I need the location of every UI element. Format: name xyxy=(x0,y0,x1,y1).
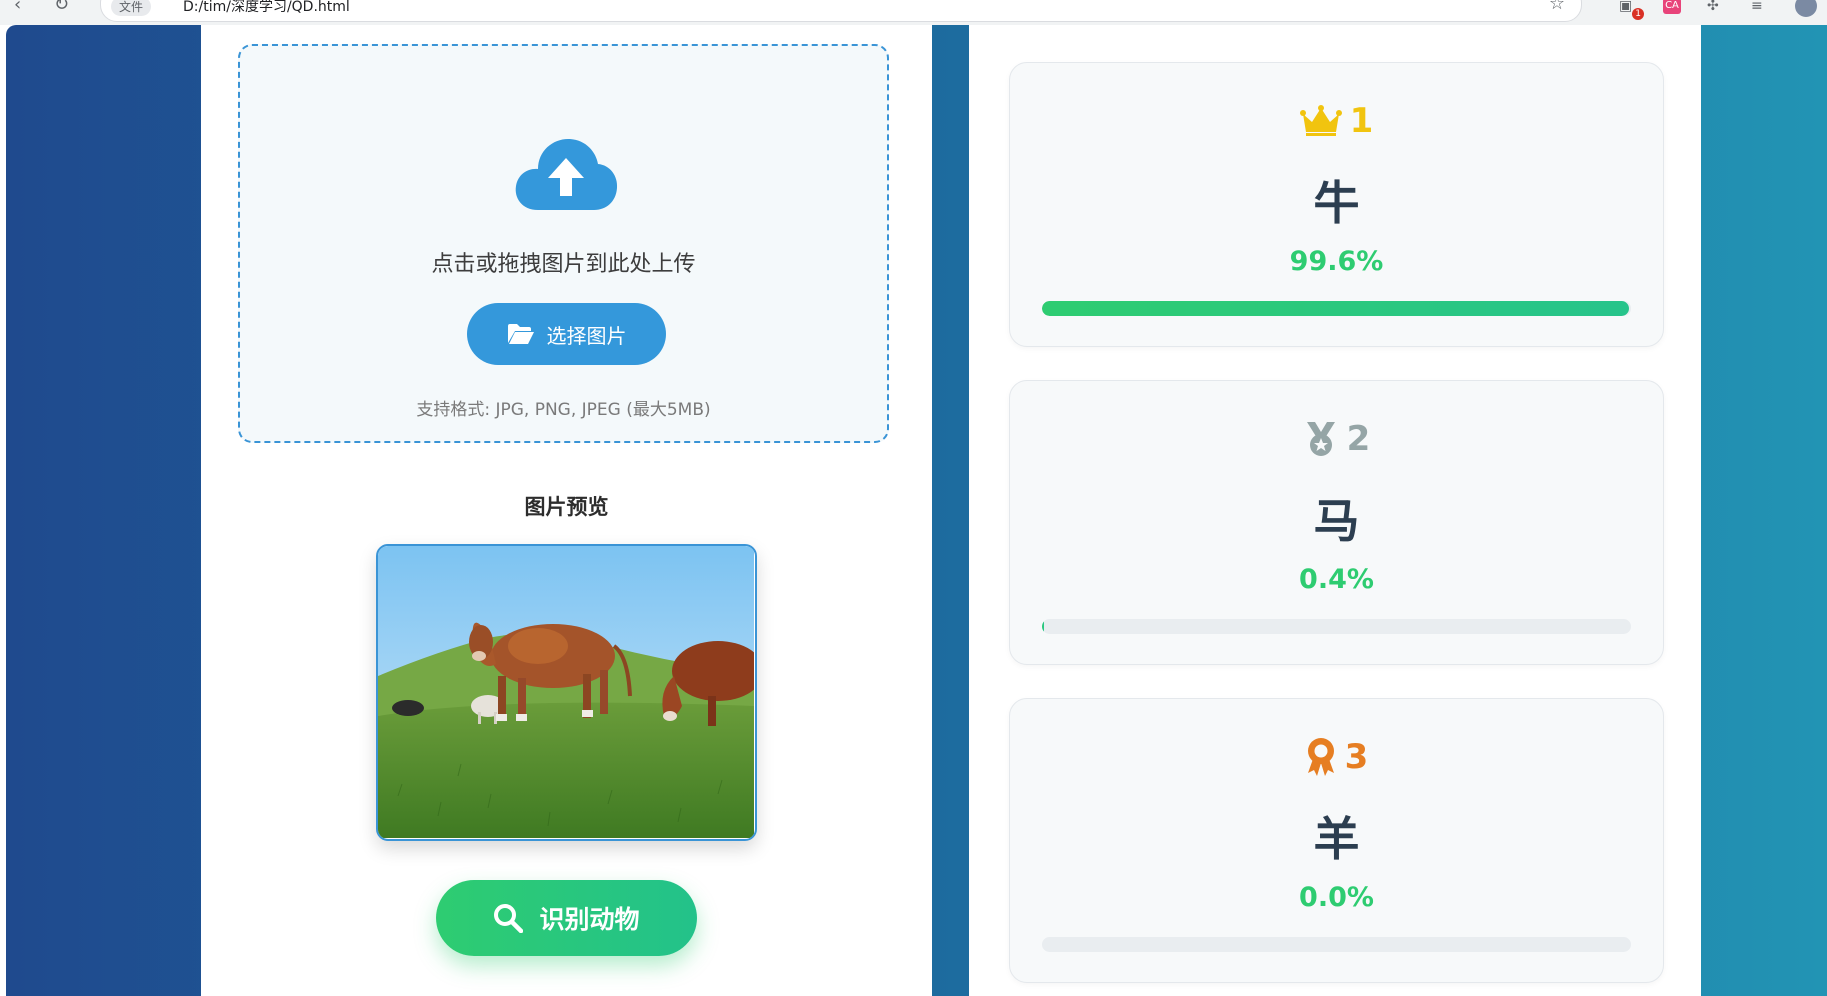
rank-line: 3 xyxy=(1010,737,1663,777)
upload-dropzone[interactable]: 点击或拖拽图片到此处上传 选择图片 支持格式: JPG, PNG, JPEG (… xyxy=(238,44,889,443)
probability-bar xyxy=(1042,619,1631,634)
extension-icon[interactable]: ▣ 1 xyxy=(1619,0,1644,20)
probability-bar-fill xyxy=(1042,301,1629,316)
extension-badge: 1 xyxy=(1632,8,1644,20)
preview-title: 图片预览 xyxy=(524,495,609,519)
probability-bar xyxy=(1042,301,1631,316)
browser-toolbar: ‹ ↻ 文件 D:/tim/深度学习/QD.html ☆ ▣ 1 CA ✣ ≡ xyxy=(0,0,1827,25)
rank-number: 3 xyxy=(1344,737,1369,777)
identify-animal-button[interactable]: 识别动物 xyxy=(436,880,697,956)
select-image-button[interactable]: 选择图片 xyxy=(467,303,666,365)
identify-animal-label: 识别动物 xyxy=(539,905,640,934)
result-card-rank-3: 3 羊 0.0% xyxy=(1009,698,1664,983)
reload-icon[interactable]: ↻ xyxy=(54,0,69,15)
profile-avatar[interactable] xyxy=(1795,0,1817,17)
back-icon[interactable]: ‹ xyxy=(14,0,21,15)
rank-number: 2 xyxy=(1346,419,1371,459)
result-card-rank-2: 2 马 0.4% xyxy=(1009,380,1664,665)
cow-photo xyxy=(378,546,754,838)
silver-medal-icon xyxy=(1306,422,1335,456)
search-icon xyxy=(494,904,524,933)
extension-icons: ▣ 1 CA ✣ ≡ xyxy=(1619,0,1817,20)
crown-icon xyxy=(1299,105,1342,136)
probability-bar-fill xyxy=(1042,619,1045,634)
award-icon xyxy=(1307,738,1334,776)
probability-text: 99.6% xyxy=(1289,246,1384,277)
rank-number: 1 xyxy=(1349,101,1374,141)
results-panel: 1 牛 99.6% 2 马 0.4% 3 羊 0.0% xyxy=(969,25,1701,996)
animal-name: 牛 xyxy=(1313,176,1360,230)
reading-list-icon[interactable]: ≡ xyxy=(1751,0,1769,14)
probability-text: 0.0% xyxy=(1299,882,1374,913)
address-bar[interactable]: 文件 D:/tim/深度学习/QD.html ☆ xyxy=(100,0,1582,22)
rank-line: 2 xyxy=(1010,419,1663,459)
probability-bar xyxy=(1042,937,1631,952)
cloud-upload-icon xyxy=(515,138,618,210)
image-preview xyxy=(376,544,757,841)
select-image-label: 选择图片 xyxy=(546,323,627,348)
bookmark-star-icon[interactable]: ☆ xyxy=(1549,0,1565,14)
animal-name: 马 xyxy=(1313,494,1360,548)
probability-text: 0.4% xyxy=(1299,564,1374,595)
animal-name: 羊 xyxy=(1313,812,1360,866)
puzzle-icon[interactable]: ✣ xyxy=(1707,0,1725,14)
url-text[interactable]: D:/tim/深度学习/QD.html xyxy=(183,0,350,16)
upload-panel: 点击或拖拽图片到此处上传 选择图片 支持格式: JPG, PNG, JPEG (… xyxy=(201,25,932,996)
translate-extension-icon[interactable]: CA xyxy=(1663,0,1681,14)
upload-hint-text: 点击或拖拽图片到此处上传 xyxy=(431,252,696,277)
supported-formats-text: 支持格式: JPG, PNG, JPEG (最大5MB) xyxy=(416,400,711,420)
rank-line: 1 xyxy=(1010,101,1663,141)
site-info-chip[interactable]: 文件 xyxy=(111,0,152,16)
folder-open-icon xyxy=(507,324,534,344)
result-card-rank-1: 1 牛 99.6% xyxy=(1009,62,1664,347)
